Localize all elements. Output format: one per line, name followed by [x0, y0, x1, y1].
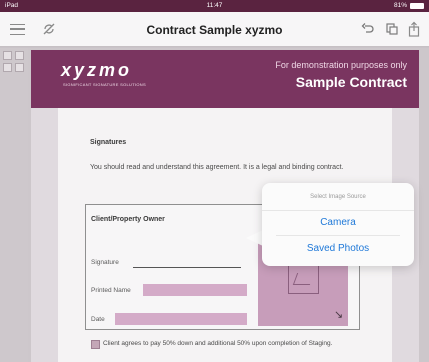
status-time: 11:47: [206, 2, 223, 9]
undo-icon[interactable]: [357, 18, 379, 40]
page-thumbnail[interactable]: [15, 63, 24, 72]
contract-banner: xyzmo SIGNIFICANT SIGNATURE SOLUTIONS Fo…: [31, 50, 419, 108]
page-thumbnail[interactable]: [3, 63, 12, 72]
printed-name-label: Printed Name: [91, 287, 131, 294]
share-icon[interactable]: [403, 18, 425, 40]
agreement-text: Client agrees to pay 50% down and additi…: [103, 340, 333, 347]
status-bar: iPad 11:47 81%: [0, 0, 429, 12]
logo-tagline: SIGNIFICANT SIGNATURE SOLUTIONS: [63, 82, 146, 87]
page-thumbnail[interactable]: [15, 51, 24, 60]
demo-notice: For demonstration purposes only: [275, 60, 407, 70]
page-thumbnail[interactable]: [3, 51, 12, 60]
signature-label: Signature: [91, 259, 119, 266]
signatures-heading: Signatures: [90, 139, 127, 146]
date-field[interactable]: [115, 313, 247, 325]
popover-header: Select Image Source: [262, 183, 414, 211]
image-source-popover: Select Image Source Camera Saved Photos: [262, 183, 414, 266]
date-label: Date: [91, 316, 105, 323]
contract-title: Sample Contract: [295, 74, 407, 90]
client-owner-label: Client/Property Owner: [91, 216, 165, 223]
popover-arrow: [246, 230, 263, 246]
resize-handle-icon[interactable]: ↘: [334, 308, 343, 321]
battery-percent: 81%: [393, 2, 407, 9]
xyzmo-logo: xyzmo: [61, 60, 133, 80]
page-thumbnail-strip[interactable]: [0, 48, 28, 362]
printed-name-field[interactable]: [143, 284, 247, 296]
copy-document-icon[interactable]: [381, 18, 403, 40]
signature-line[interactable]: [133, 267, 241, 268]
signatures-intro: You should read and understand this agre…: [90, 164, 344, 171]
image-placeholder-icon: [288, 262, 319, 294]
navigation-bar: Contract Sample xyzmo: [0, 12, 429, 47]
camera-option[interactable]: Camera: [262, 210, 414, 236]
agreement-checkbox[interactable]: [91, 340, 100, 349]
battery-icon: [410, 3, 424, 9]
saved-photos-option[interactable]: Saved Photos: [262, 236, 414, 262]
